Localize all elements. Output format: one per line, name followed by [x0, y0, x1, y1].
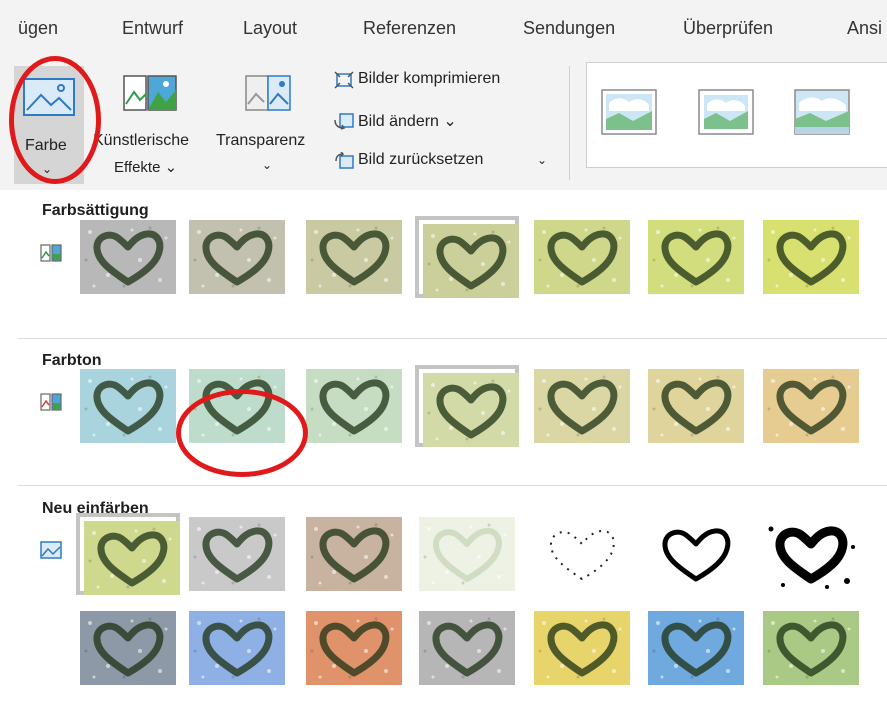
chevron-down-icon: ⌄	[262, 158, 273, 172]
heart-picture-preview	[84, 521, 180, 595]
transparency-icon	[245, 75, 291, 111]
color-option-thumbnail[interactable]	[644, 216, 748, 298]
color-option-thumbnail[interactable]	[302, 607, 406, 689]
color-option-thumbnail[interactable]	[759, 365, 863, 447]
color-option-thumbnail[interactable]	[759, 607, 863, 689]
color-option-thumbnail[interactable]	[530, 216, 634, 298]
tab-layout[interactable]: Layout	[243, 18, 297, 39]
color-option-thumbnail[interactable]	[644, 365, 748, 447]
heart-picture-preview	[419, 611, 515, 685]
saturation-options-icon	[40, 244, 62, 262]
heart-picture-preview	[189, 611, 285, 685]
heart-picture-preview	[648, 611, 744, 685]
bilder-komprimieren-label: Bilder komprimieren	[358, 70, 501, 87]
heart-picture-preview	[189, 220, 285, 294]
farbe-label: Farbe	[25, 137, 67, 154]
heart-picture-preview	[306, 220, 402, 294]
color-option-thumbnail[interactable]	[530, 513, 634, 595]
chevron-down-icon: ⌄	[537, 153, 548, 167]
heart-picture-preview	[189, 369, 285, 443]
ribbon-tab-strip: ügen Entwurf Layout Referenzen Sendungen…	[0, 0, 887, 62]
change-picture-icon	[334, 113, 354, 130]
heart-picture-preview	[80, 611, 176, 685]
color-option-thumbnail[interactable]	[185, 607, 289, 689]
chevron-down-icon: ⌄	[42, 162, 53, 176]
color-option-thumbnail[interactable]	[415, 607, 519, 689]
reset-picture-icon	[335, 152, 354, 169]
heart-picture-preview	[306, 369, 402, 443]
heart-picture-preview	[419, 517, 515, 591]
color-option-thumbnail[interactable]	[759, 513, 863, 595]
picture-style-1-thumbnail[interactable]	[601, 89, 657, 135]
heart-picture-preview	[534, 611, 630, 685]
tab-ueberpruefen[interactable]: Überprüfen	[683, 18, 773, 39]
heart-picture-preview	[534, 220, 630, 294]
color-option-thumbnail[interactable]	[415, 216, 519, 298]
color-option-thumbnail[interactable]	[76, 365, 180, 447]
color-option-thumbnail[interactable]	[302, 513, 406, 595]
picture-style-2-thumbnail[interactable]	[698, 89, 754, 135]
heart-picture-preview	[763, 517, 859, 591]
ribbon-separator	[569, 66, 570, 180]
farbe-button[interactable]: Farbe ⌄	[14, 66, 84, 184]
section-separator	[18, 485, 887, 486]
kuenstlerische-label: Künstlerische	[93, 132, 190, 149]
tab-referenzen[interactable]: Referenzen	[363, 18, 456, 39]
color-option-thumbnail[interactable]	[759, 216, 863, 298]
color-option-thumbnail[interactable]	[185, 365, 289, 447]
color-option-thumbnail[interactable]	[530, 365, 634, 447]
heart-picture-preview	[306, 611, 402, 685]
heart-picture-preview	[423, 373, 519, 447]
color-option-thumbnail[interactable]	[302, 216, 406, 298]
recolor-options-icon	[40, 541, 62, 559]
color-option-thumbnail[interactable]	[185, 216, 289, 298]
tab-entwurf[interactable]: Entwurf	[122, 18, 183, 39]
artistic-effects-icon	[123, 75, 177, 111]
heart-picture-preview	[763, 369, 859, 443]
heart-picture-preview	[534, 369, 630, 443]
heart-picture-preview	[534, 517, 630, 591]
heart-picture-preview	[763, 611, 859, 685]
bild-zuruecksetzen-label: Bild zurücksetzen	[358, 151, 484, 168]
color-option-thumbnail[interactable]	[530, 607, 634, 689]
transparenz-label: Transparenz	[216, 132, 306, 149]
picture-color-icon	[23, 78, 75, 116]
tone-options-icon	[40, 393, 62, 411]
heart-picture-preview	[189, 517, 285, 591]
picture-style-3-thumbnail[interactable]	[794, 89, 850, 135]
tab-ansicht[interactable]: Ansi	[847, 18, 882, 39]
heart-picture-preview	[763, 220, 859, 294]
color-option-thumbnail[interactable]	[415, 513, 519, 595]
color-option-thumbnail[interactable]	[185, 513, 289, 595]
color-option-thumbnail[interactable]	[644, 607, 748, 689]
color-option-thumbnail[interactable]	[76, 216, 180, 298]
heart-picture-preview	[648, 369, 744, 443]
color-option-thumbnail[interactable]	[302, 365, 406, 447]
tab-einfuegen[interactable]: ügen	[18, 18, 58, 39]
heart-picture-preview	[423, 224, 519, 298]
section-separator	[18, 338, 887, 339]
bild-aendern-label: Bild ändern ⌄	[358, 113, 457, 130]
picture-styles-gallery	[586, 62, 887, 168]
heart-picture-preview	[306, 517, 402, 591]
color-option-thumbnail[interactable]	[76, 607, 180, 689]
heart-picture-preview	[80, 369, 176, 443]
heart-picture-preview	[648, 517, 744, 591]
effekte-label: Effekte ⌄	[114, 159, 178, 176]
tab-sendungen[interactable]: Sendungen	[523, 18, 615, 39]
heart-picture-preview	[80, 220, 176, 294]
ribbon-picture-format: Farbe ⌄ Künstlerische Effekte ⌄ Transpar…	[0, 62, 887, 190]
color-option-thumbnail[interactable]	[76, 513, 180, 595]
color-option-thumbnail[interactable]	[415, 365, 519, 447]
compress-pictures-icon	[334, 71, 354, 89]
color-option-thumbnail[interactable]	[644, 513, 748, 595]
heart-picture-preview	[648, 220, 744, 294]
